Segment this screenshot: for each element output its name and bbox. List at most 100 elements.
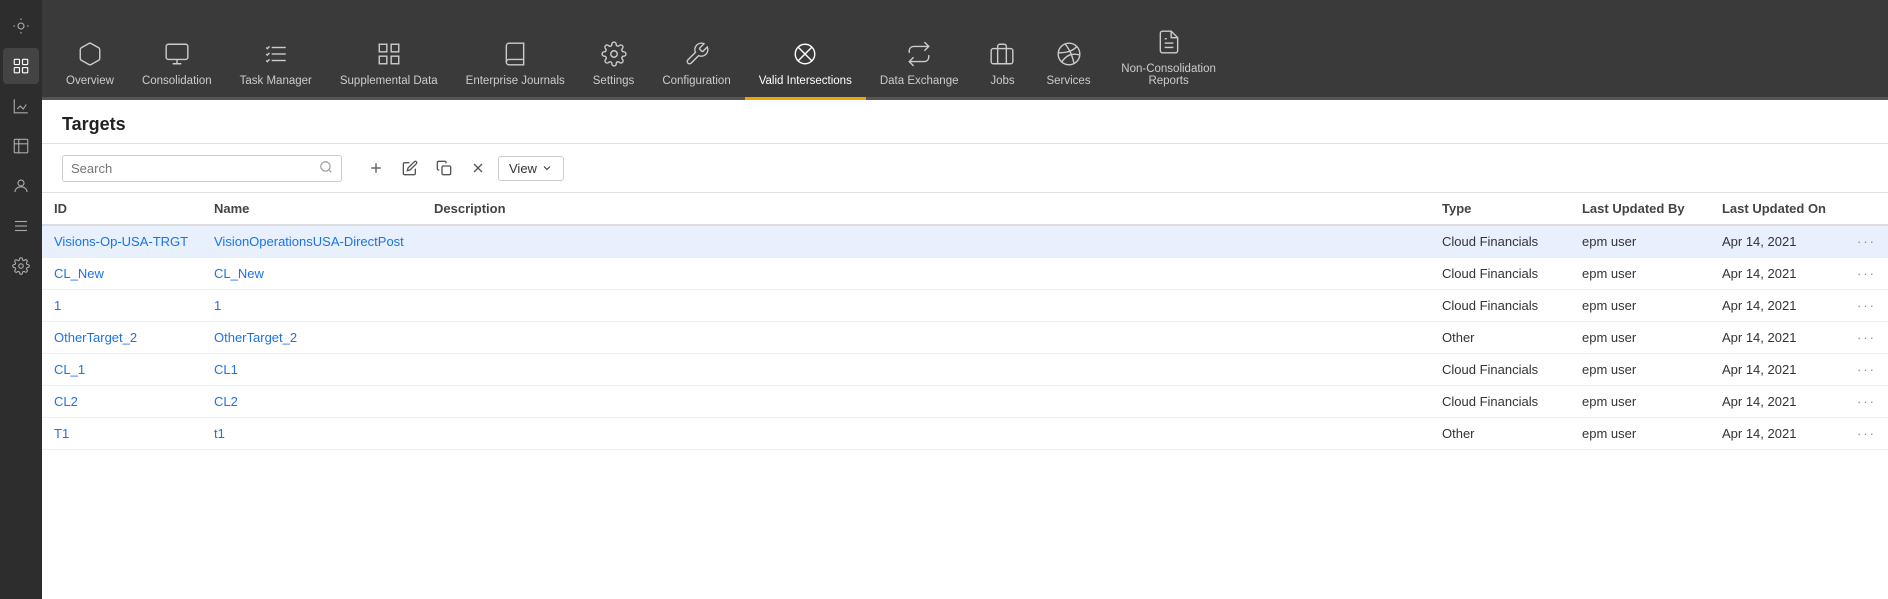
row-actions-menu[interactable]: ··· xyxy=(1838,418,1888,450)
sidebar-list-icon[interactable] xyxy=(3,208,39,244)
valid-intersections-icon xyxy=(790,39,820,69)
cell-description xyxy=(422,258,1430,290)
cell-id[interactable]: T1 xyxy=(42,418,202,450)
sidebar-home-icon[interactable] xyxy=(3,8,39,44)
cell-updated-by: epm user xyxy=(1570,258,1710,290)
cell-updated-on: Apr 14, 2021 xyxy=(1710,290,1838,322)
table-row[interactable]: Visions-Op-USA-TRGT VisionOperationsUSA-… xyxy=(42,225,1888,258)
table-row[interactable]: CL_1 CL1 Cloud Financials epm user Apr 1… xyxy=(42,354,1888,386)
table-row[interactable]: T1 t1 Other epm user Apr 14, 2021 ··· xyxy=(42,418,1888,450)
cell-type: Cloud Financials xyxy=(1430,225,1570,258)
sidebar-settings-icon[interactable] xyxy=(3,248,39,284)
row-actions-menu[interactable]: ··· xyxy=(1838,354,1888,386)
cell-name[interactable]: CL1 xyxy=(202,354,422,386)
copy-button[interactable] xyxy=(430,154,458,182)
cell-type: Cloud Financials xyxy=(1430,386,1570,418)
cell-name[interactable]: OtherTarget_2 xyxy=(202,322,422,354)
nav-task-manager[interactable]: Task Manager xyxy=(226,29,326,100)
row-actions-menu[interactable]: ··· xyxy=(1838,290,1888,322)
add-button[interactable] xyxy=(362,154,390,182)
nav-enterprise-journals-label: Enterprise Journals xyxy=(466,75,565,87)
view-label: View xyxy=(509,161,537,176)
sidebar-user-icon[interactable] xyxy=(3,168,39,204)
nav-consolidation[interactable]: Consolidation xyxy=(128,29,226,100)
nav-jobs[interactable]: Jobs xyxy=(972,29,1032,100)
edit-button[interactable] xyxy=(396,154,424,182)
table-header-row: ID Name Description Type Last Updated By… xyxy=(42,193,1888,225)
delete-button[interactable] xyxy=(464,154,492,182)
supplemental-data-icon xyxy=(374,39,404,69)
table-wrapper: ID Name Description Type Last Updated By… xyxy=(42,193,1888,599)
cell-updated-on: Apr 14, 2021 xyxy=(1710,322,1838,354)
table-row[interactable]: 1 1 Cloud Financials epm user Apr 14, 20… xyxy=(42,290,1888,322)
sidebar-chart-icon[interactable] xyxy=(3,88,39,124)
nav-data-exchange[interactable]: Data Exchange xyxy=(866,29,973,100)
nav-non-consolidation-label: Non-Consolidation Reports xyxy=(1119,63,1219,87)
col-header-id: ID xyxy=(42,193,202,225)
cell-id[interactable]: CL_New xyxy=(42,258,202,290)
nav-data-exchange-label: Data Exchange xyxy=(880,75,959,87)
nav-settings[interactable]: Settings xyxy=(579,29,649,100)
row-actions-menu[interactable]: ··· xyxy=(1838,258,1888,290)
cell-description xyxy=(422,290,1430,322)
nav-services[interactable]: Services xyxy=(1032,29,1104,100)
nav-overview[interactable]: Overview xyxy=(52,29,128,100)
cell-name[interactable]: VisionOperationsUSA-DirectPost xyxy=(202,225,422,258)
sidebar-table-icon[interactable] xyxy=(3,128,39,164)
search-box[interactable] xyxy=(62,155,342,182)
cell-type: Cloud Financials xyxy=(1430,258,1570,290)
row-actions-menu[interactable]: ··· xyxy=(1838,322,1888,354)
col-header-actions xyxy=(1838,193,1888,225)
content-area: Targets xyxy=(42,100,1888,599)
table-row[interactable]: OtherTarget_2 OtherTarget_2 Other epm us… xyxy=(42,322,1888,354)
cell-id[interactable]: CL_1 xyxy=(42,354,202,386)
row-actions-menu[interactable]: ··· xyxy=(1838,225,1888,258)
cell-updated-on: Apr 14, 2021 xyxy=(1710,354,1838,386)
cell-id[interactable]: OtherTarget_2 xyxy=(42,322,202,354)
cell-updated-on: Apr 14, 2021 xyxy=(1710,418,1838,450)
cell-description xyxy=(422,322,1430,354)
cell-id[interactable]: Visions-Op-USA-TRGT xyxy=(42,225,202,258)
cell-description xyxy=(422,354,1430,386)
nav-valid-intersections-label: Valid Intersections xyxy=(759,75,852,87)
row-actions-menu[interactable]: ··· xyxy=(1838,386,1888,418)
search-icon xyxy=(319,160,333,177)
chevron-down-icon xyxy=(541,162,553,174)
toolbar-actions: View xyxy=(362,154,564,182)
services-icon xyxy=(1054,39,1084,69)
cell-name[interactable]: CL2 xyxy=(202,386,422,418)
overview-icon xyxy=(75,39,105,69)
cell-name[interactable]: CL_New xyxy=(202,258,422,290)
cell-updated-on: Apr 14, 2021 xyxy=(1710,386,1838,418)
nav-supplemental-data[interactable]: Supplemental Data xyxy=(326,29,452,100)
nav-consolidation-label: Consolidation xyxy=(142,75,212,87)
view-button[interactable]: View xyxy=(498,156,564,181)
table-row[interactable]: CL2 CL2 Cloud Financials epm user Apr 14… xyxy=(42,386,1888,418)
nav-overview-label: Overview xyxy=(66,75,114,87)
table-row[interactable]: CL_New CL_New Cloud Financials epm user … xyxy=(42,258,1888,290)
cell-name[interactable]: 1 xyxy=(202,290,422,322)
cell-id[interactable]: CL2 xyxy=(42,386,202,418)
table-body: Visions-Op-USA-TRGT VisionOperationsUSA-… xyxy=(42,225,1888,450)
nav-non-consolidation-reports[interactable]: Non-Consolidation Reports xyxy=(1105,17,1233,100)
nav-valid-intersections[interactable]: Valid Intersections xyxy=(745,29,866,100)
nav-jobs-label: Jobs xyxy=(990,75,1014,87)
cell-name[interactable]: t1 xyxy=(202,418,422,450)
cell-updated-by: epm user xyxy=(1570,290,1710,322)
consolidation-icon xyxy=(162,39,192,69)
nav-enterprise-journals[interactable]: Enterprise Journals xyxy=(452,29,579,100)
sidebar-targets-icon[interactable] xyxy=(3,48,39,84)
non-consolidation-reports-icon xyxy=(1154,27,1184,57)
cell-id[interactable]: 1 xyxy=(42,290,202,322)
targets-table: ID Name Description Type Last Updated By… xyxy=(42,193,1888,450)
nav-task-manager-label: Task Manager xyxy=(240,75,312,87)
nav-configuration-label: Configuration xyxy=(662,75,730,87)
search-input[interactable] xyxy=(71,161,319,176)
cell-description xyxy=(422,386,1430,418)
page-title: Targets xyxy=(62,114,1868,135)
nav-configuration[interactable]: Configuration xyxy=(648,29,744,100)
cell-updated-on: Apr 14, 2021 xyxy=(1710,258,1838,290)
cell-updated-by: epm user xyxy=(1570,386,1710,418)
col-header-updated-on: Last Updated On xyxy=(1710,193,1838,225)
sidebar xyxy=(0,0,42,599)
